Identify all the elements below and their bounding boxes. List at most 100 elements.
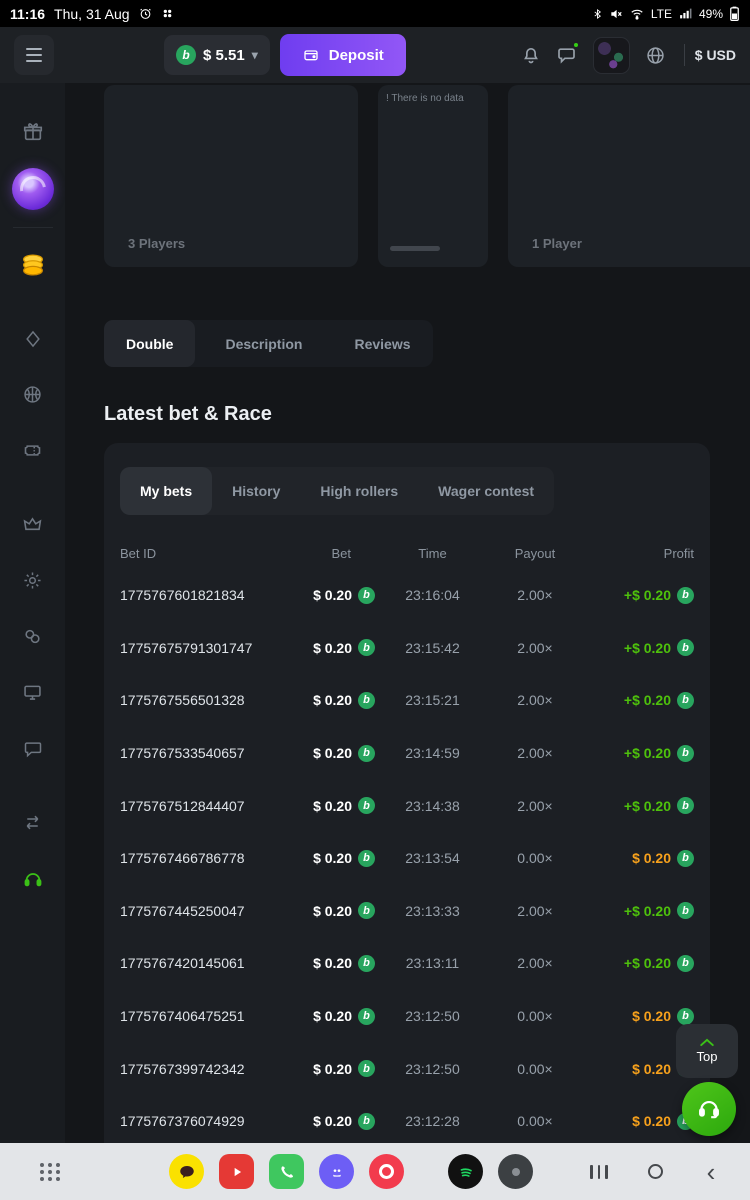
bet-profit: $ 0.20 b — [590, 850, 694, 867]
coin-icon: b — [358, 587, 375, 604]
sidebar-item-casino[interactable] — [11, 318, 55, 362]
sidebar-divider — [13, 227, 53, 228]
bet-payout: 0.00× — [490, 1061, 580, 1077]
support-fab[interactable] — [682, 1082, 736, 1136]
bet-payout: 0.00× — [490, 1008, 580, 1024]
bet-time: 23:13:54 — [385, 850, 480, 866]
bet-time: 23:14:38 — [385, 798, 480, 814]
dock-app-messenger-yellow[interactable] — [169, 1154, 204, 1189]
game-room-card[interactable]: 3 Players — [104, 85, 358, 267]
menu-button[interactable] — [14, 35, 54, 75]
notifications-button[interactable] — [513, 37, 549, 73]
bet-table-row[interactable]: 1775767399742342 $ 0.20 b 23:12:50 0.00×… — [120, 1042, 694, 1095]
sidebar-item-bonus[interactable] — [11, 111, 55, 155]
fiat-currency-label[interactable]: $ USD — [695, 47, 736, 63]
recents-key[interactable] — [584, 1157, 614, 1187]
bet-table-row[interactable]: 1775767376074929 $ 0.20 b 23:12:28 0.00×… — [120, 1095, 694, 1143]
game-room-card[interactable]: 1 Player — [508, 85, 750, 267]
coin-icon: b — [358, 639, 375, 656]
dock-app-camera-red[interactable] — [369, 1154, 404, 1189]
tab-description[interactable]: Description — [203, 320, 324, 367]
col-bet: Bet — [275, 546, 375, 561]
deposit-label: Deposit — [329, 47, 384, 64]
bet-amount: $ 0.20 b — [275, 745, 375, 762]
dock-app-dark[interactable] — [498, 1154, 533, 1189]
status-date: Thu, 31 Aug — [54, 6, 130, 22]
bet-table-row[interactable]: 1775767533540657 $ 0.20 b 23:14:59 2.00×… — [120, 727, 694, 780]
app-header: b $ 5.51 ▾ Deposit — [0, 27, 750, 83]
bet-amount: $ 0.20 b — [275, 955, 375, 972]
sidebar-item-active-game[interactable] — [11, 167, 55, 211]
tab-my-bets[interactable]: My bets — [120, 467, 212, 515]
bets-table-body: 1775767601821834 $ 0.20 b 23:16:04 2.00×… — [120, 569, 694, 1143]
bet-id: 1775767399742342 — [120, 1061, 260, 1077]
bet-table-row[interactable]: 1775767406475251 $ 0.20 b 23:12:50 0.00×… — [120, 990, 694, 1043]
bet-profit: +$ 0.20 b — [590, 955, 694, 972]
sidebar-item-sports[interactable] — [11, 374, 55, 418]
sidebar-item-lottery[interactable] — [11, 430, 55, 474]
bet-profit: +$ 0.20 b — [590, 797, 694, 814]
avatar[interactable] — [593, 37, 630, 74]
sidebar — [0, 83, 65, 1143]
bet-id: 1775767533540657 — [120, 745, 260, 761]
language-globe-button[interactable] — [638, 37, 674, 73]
chat-button[interactable] — [549, 37, 585, 73]
tab-history[interactable]: History — [212, 467, 300, 515]
tab-double[interactable]: Double — [104, 320, 195, 367]
monitor-icon — [22, 682, 43, 706]
sidebar-item-forum[interactable] — [11, 728, 55, 772]
sidebar-item-providers[interactable] — [11, 672, 55, 716]
sidebar-item-games[interactable] — [11, 616, 55, 660]
tab-high-rollers[interactable]: High rollers — [300, 467, 418, 515]
dock-app-phone-green[interactable] — [269, 1154, 304, 1189]
sidebar-item-vip[interactable] — [11, 504, 55, 548]
coin-icon: b — [358, 955, 375, 972]
sidebar-item-coins-game[interactable] — [11, 244, 55, 288]
balance-selector[interactable]: b $ 5.51 ▾ — [164, 35, 270, 75]
bet-profit: +$ 0.20 b — [590, 745, 694, 762]
bet-payout: 2.00× — [490, 903, 580, 919]
sidebar-item-swap[interactable] — [11, 802, 55, 846]
dock-app-video-red[interactable] — [219, 1154, 254, 1189]
bet-time: 23:14:59 — [385, 745, 480, 761]
bet-table-row[interactable]: 1775767466786778 $ 0.20 b 23:13:54 0.00×… — [120, 832, 694, 885]
bet-profit: $ 0.20 b — [590, 1008, 694, 1025]
coin-icon: b — [677, 955, 694, 972]
coin-icon: b — [358, 1113, 375, 1130]
sidebar-item-settings[interactable] — [11, 560, 55, 604]
back-key[interactable]: ‹ — [696, 1157, 726, 1187]
bet-table-row[interactable]: 1775767512844407 $ 0.20 b 23:14:38 2.00×… — [120, 779, 694, 832]
bet-table-row[interactable]: 1775767556501328 $ 0.20 b 23:15:21 2.00×… — [120, 674, 694, 727]
bet-amount: $ 0.20 b — [275, 1060, 375, 1077]
cards-diamond-icon — [23, 329, 43, 352]
back-to-top-button[interactable]: Top — [676, 1024, 738, 1078]
bet-id: 1775767420145061 — [120, 955, 260, 971]
bet-table-row[interactable]: 1775767445250047 $ 0.20 b 23:13:33 2.00×… — [120, 885, 694, 938]
home-key[interactable] — [640, 1157, 670, 1187]
taskbar: ‹ — [0, 1143, 750, 1200]
bet-profit: +$ 0.20 b — [590, 587, 694, 604]
tab-reviews[interactable]: Reviews — [332, 320, 432, 367]
headset-icon — [696, 1095, 722, 1124]
bet-time: 23:12:50 — [385, 1008, 480, 1024]
bet-profit: +$ 0.20 b — [590, 639, 694, 656]
dock-app-violet[interactable] — [319, 1154, 354, 1189]
bet-table-row[interactable]: 1775767601821834 $ 0.20 b 23:16:04 2.00×… — [120, 569, 694, 622]
gift-icon — [22, 121, 44, 146]
bet-id: 1775767512844407 — [120, 798, 260, 814]
status-time: 11:16 — [10, 6, 45, 22]
coin-icon: b — [677, 639, 694, 656]
app-drawer-button[interactable] — [40, 1163, 61, 1181]
deposit-button[interactable]: Deposit — [280, 34, 406, 76]
mute-icon — [609, 7, 623, 21]
bet-id: 1775767466786778 — [120, 850, 260, 866]
bet-amount: $ 0.20 b — [275, 1113, 375, 1130]
sidebar-item-support[interactable] — [11, 858, 55, 902]
game-widget-card[interactable]: ! There is no data — [378, 85, 488, 267]
bet-table-row[interactable]: 17757675791301747 $ 0.20 b 23:15:42 2.00… — [120, 622, 694, 675]
dock-app-spotify[interactable] — [448, 1154, 483, 1189]
coin-icon: b — [677, 587, 694, 604]
bet-table-row[interactable]: 1775767420145061 $ 0.20 b 23:13:11 2.00×… — [120, 937, 694, 990]
bet-payout: 2.00× — [490, 955, 580, 971]
tab-wager-contest[interactable]: Wager contest — [418, 467, 554, 515]
